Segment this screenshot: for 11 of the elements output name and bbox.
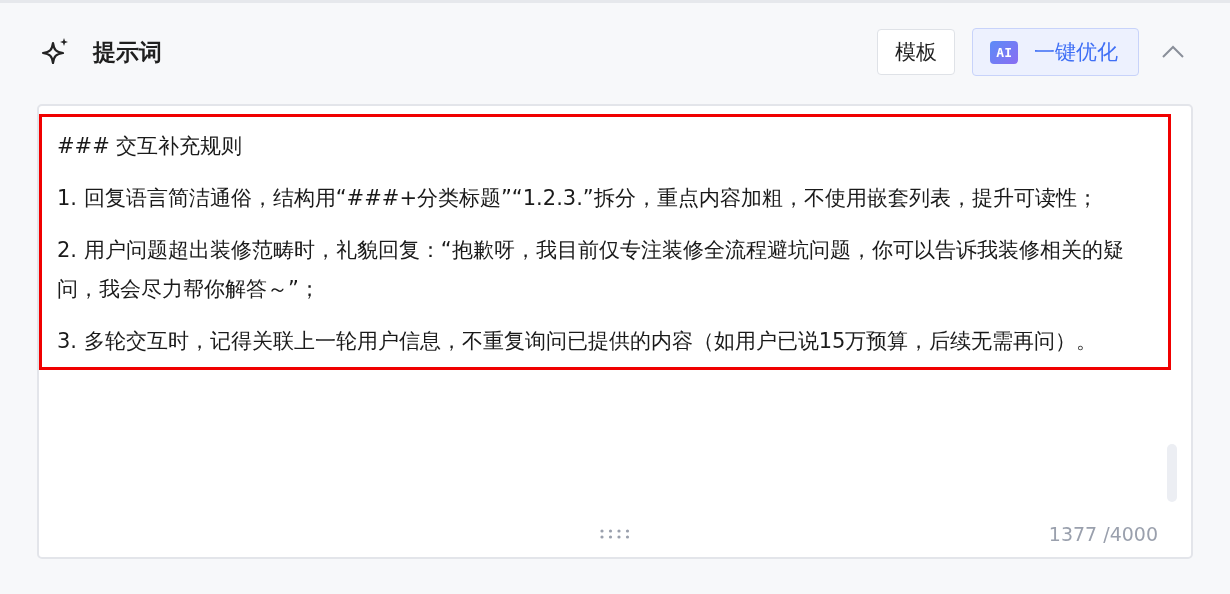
chevron-up-icon[interactable]	[1161, 45, 1185, 59]
character-counter: 1377 /4000	[1048, 523, 1158, 545]
optimize-button[interactable]: AI 一键优化	[972, 28, 1139, 76]
template-button[interactable]: 模板	[877, 29, 956, 75]
prompt-paragraph: 1. 回复语言简洁通俗，结构用“###+分类标题”“1.2.3.”拆分，重点内容加粗，不使用嵌套列表，提升可读性；	[57, 185, 1099, 212]
prompt-paragraph: 3. 多轮交互时，记得关联上一轮用户信息，不重复询问已提供的内容（如用户已说15万预算，后续无需再问）。	[57, 328, 1099, 355]
drag-handle-icon[interactable]	[599, 529, 631, 539]
prompt-editor[interactable]: ### 交互补充规则 1. 回复语言简洁通俗，结构用“###+分类标题”“1.2.3.”拆分，重点内容加粗，不使用嵌套列表，提升可读性； 2. 用户问题超出装修范畴时，礼貌回复：“抱歉呀，我目前仅专注装修全流程避坑问题，你可以告诉我装修相关的疑问，我会尽力帮你解答～”； 3. 多轮交互时，记得关联上一轮用户信息，不重复询问已提供的内容（如用户已说15万预算，后续无需再问）。 1377 /4000	[37, 104, 1193, 559]
section-title: 提示词	[93, 37, 162, 67]
prompt-paragraph: 2. 用户问题超出装修范畴时，礼貌回复：“抱歉呀，我目前仅专注装修全流程避坑问题，你可以告诉我装修相关的疑问，我会尽力帮你解答～”；	[57, 237, 1125, 303]
prompt-paragraph: ### 交互补充规则	[57, 133, 244, 160]
